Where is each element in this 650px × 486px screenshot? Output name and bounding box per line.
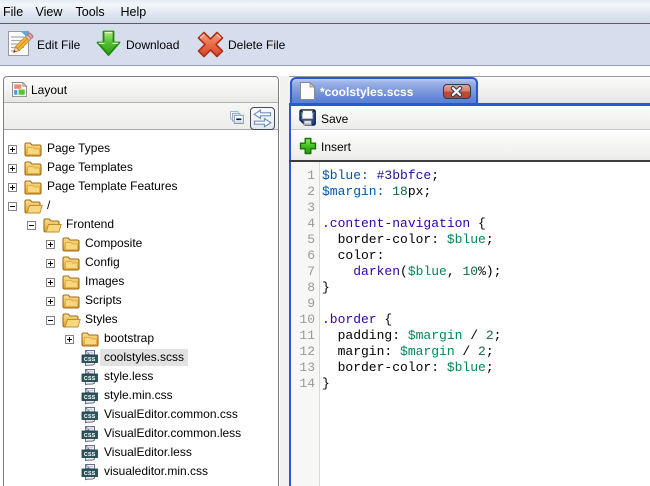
svg-text:CSS: CSS bbox=[84, 375, 96, 381]
svg-text:CSS: CSS bbox=[84, 470, 96, 476]
svg-text:CSS: CSS bbox=[84, 432, 96, 438]
svg-text:CSS: CSS bbox=[84, 394, 96, 400]
svg-text:CSS: CSS bbox=[84, 451, 96, 457]
svg-text:CSS: CSS bbox=[84, 413, 96, 419]
svg-text:CSS: CSS bbox=[84, 356, 96, 362]
